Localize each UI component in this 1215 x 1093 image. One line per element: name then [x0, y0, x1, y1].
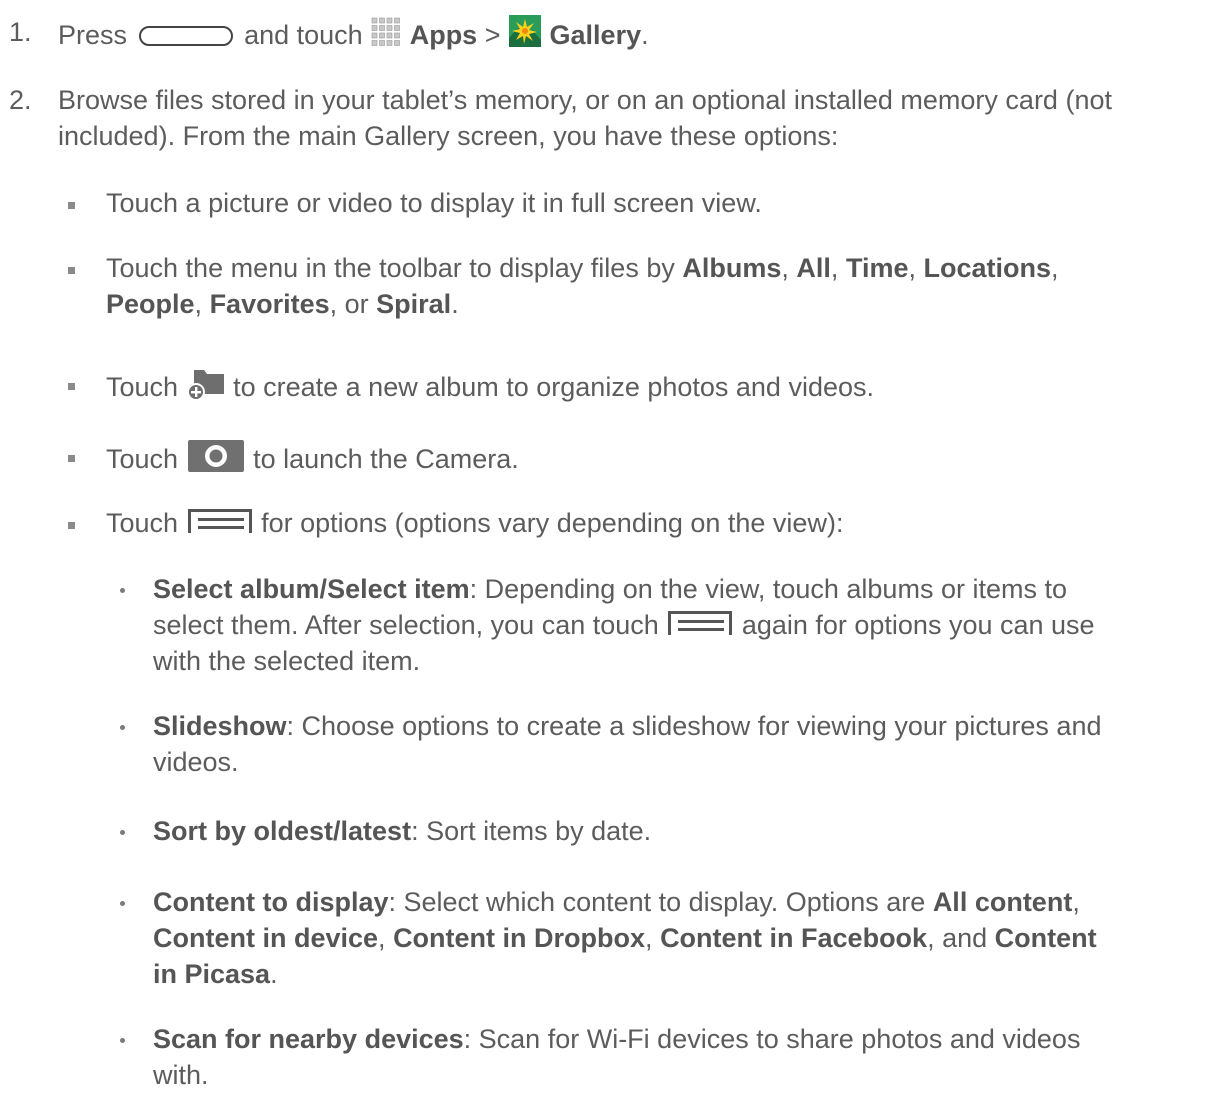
- punct: ,: [194, 289, 203, 319]
- term-content-in-dropbox: Content in Dropbox: [393, 923, 646, 953]
- bullet-marker: [120, 901, 125, 906]
- punct: , or: [329, 289, 369, 319]
- bullet-text: Touch: [106, 444, 179, 474]
- punct: ,: [781, 253, 789, 283]
- bullet-marker: [120, 725, 125, 730]
- step-text: Browse files stored in your tablet’s mem…: [58, 85, 1112, 115]
- step-text: and touch: [244, 20, 363, 50]
- step-text: Press: [58, 20, 128, 50]
- bullet-marker: [68, 383, 75, 390]
- apps-grid-icon: [371, 17, 400, 46]
- sub-bullet-line: Slideshow: Choose options to create a sl…: [153, 708, 1101, 744]
- term-all: All: [796, 253, 831, 283]
- term-content-in-picasa: Content: [994, 923, 1097, 953]
- bullet-marker: [120, 830, 125, 835]
- term-people: People: [106, 289, 195, 319]
- term-locations: Locations: [923, 253, 1052, 283]
- punct: ,: [908, 253, 916, 283]
- bullet-text: for options (options vary depending on t…: [261, 508, 844, 538]
- sub-bullet-text: videos.: [153, 747, 239, 777]
- sub-bullet-text: : Choose options to create a slideshow f…: [286, 711, 1102, 741]
- new-album-icon: [186, 370, 224, 401]
- gallery-label: Gallery: [549, 20, 642, 50]
- term-scan-nearby: Scan for nearby devices: [153, 1024, 464, 1054]
- sub-bullet-text: : Select which content to display. Optio…: [388, 887, 926, 917]
- term-all-content: All content: [932, 887, 1073, 917]
- sub-bullet-text: : Scan for Wi-Fi devices to share photos…: [463, 1024, 1081, 1054]
- term-select-album: Select album/Select item: [153, 574, 470, 604]
- term-favorites: Favorites: [209, 289, 330, 319]
- punct: .: [451, 289, 459, 319]
- punct: .: [641, 20, 649, 50]
- step-number: 1.: [9, 17, 32, 47]
- sub-bullet-text: again for options you can use: [741, 610, 1095, 640]
- bullet-marker: [68, 522, 75, 529]
- punct: ,: [1051, 253, 1059, 283]
- term-slideshow: Slideshow: [153, 711, 287, 741]
- bullet-item: Touch to launch the Camera.: [0, 438, 1215, 474]
- separator: >: [484, 20, 501, 50]
- punct: ,: [378, 923, 386, 953]
- bullet-item: Touch for options (options vary dependin…: [0, 505, 1215, 541]
- sub-bullet-line: Content to display: Select which content…: [153, 884, 1097, 920]
- term-content-in-device: Content in device: [153, 923, 379, 953]
- sub-bullet-text: with.: [153, 1060, 209, 1090]
- menu-icon: [187, 509, 252, 533]
- term-albums: Albums: [682, 253, 782, 283]
- term-content-to-display: Content to display: [153, 887, 389, 917]
- punct: .: [270, 959, 278, 989]
- bullet-item: Touch a picture or video to display it i…: [0, 185, 1215, 221]
- bullet-text-line: People, Favorites, or Spiral.: [106, 286, 1059, 322]
- bullet-text: Touch: [106, 372, 179, 402]
- bullet-text: Touch the menu in the toolbar to display…: [106, 253, 675, 283]
- bullet-marker: [68, 202, 75, 209]
- bullet-text: Touch: [106, 508, 179, 538]
- step-number: 2.: [9, 85, 32, 115]
- bullet-text: to create a new album to organize photos…: [233, 372, 875, 402]
- bullet-marker: [120, 588, 125, 593]
- apps-label: Apps: [409, 20, 478, 50]
- sub-bullet-line: in Picasa.: [153, 956, 1097, 992]
- bullet-text: Touch a picture or video to display it i…: [106, 188, 762, 218]
- sub-bullet-text: with the selected item.: [153, 646, 421, 676]
- home-button-icon: [138, 26, 233, 46]
- sub-bullet-text: : Sort items by date.: [411, 816, 652, 846]
- sub-bullet-text: : Depending on the view, touch albums or…: [469, 574, 1067, 604]
- sub-bullet-line: select them. After selection, you can to…: [153, 607, 1095, 643]
- term-spiral: Spiral: [376, 289, 452, 319]
- bullet-marker: [68, 267, 75, 274]
- gallery-icon: [509, 15, 542, 47]
- sub-bullet-line: Scan for nearby devices: Scan for Wi-Fi …: [153, 1021, 1080, 1057]
- bullet-marker: [120, 1038, 125, 1043]
- camera-icon: [187, 440, 244, 472]
- sub-bullet-line: Select album/Select item: Depending on t…: [153, 571, 1095, 607]
- step-1: 1. Press and touch Apps > Gallery.: [0, 14, 1215, 50]
- sub-bullet-line: Content in device, Content in Dropbox, C…: [153, 920, 1097, 956]
- term-content-in-facebook: Content in Facebook: [660, 923, 928, 953]
- step-text: included). From the main Gallery screen,…: [58, 121, 839, 151]
- term-content-in-picasa: in Picasa: [153, 959, 271, 989]
- punct: , and: [927, 923, 988, 953]
- punct: ,: [830, 253, 839, 283]
- bullet-text-line: Touch the menu in the toolbar to display…: [106, 250, 1059, 286]
- bullet-text: to launch the Camera.: [253, 444, 519, 474]
- bullet-item: Touch to create a new album to organize …: [0, 366, 1215, 402]
- sub-bullet-text: select them. After selection, you can to…: [153, 610, 659, 640]
- term-time: Time: [845, 253, 909, 283]
- punct: ,: [1072, 887, 1080, 917]
- punct: ,: [645, 923, 653, 953]
- menu-icon: [668, 611, 733, 635]
- term-sort: Sort by oldest/latest: [153, 816, 412, 846]
- bullet-marker: [68, 455, 75, 462]
